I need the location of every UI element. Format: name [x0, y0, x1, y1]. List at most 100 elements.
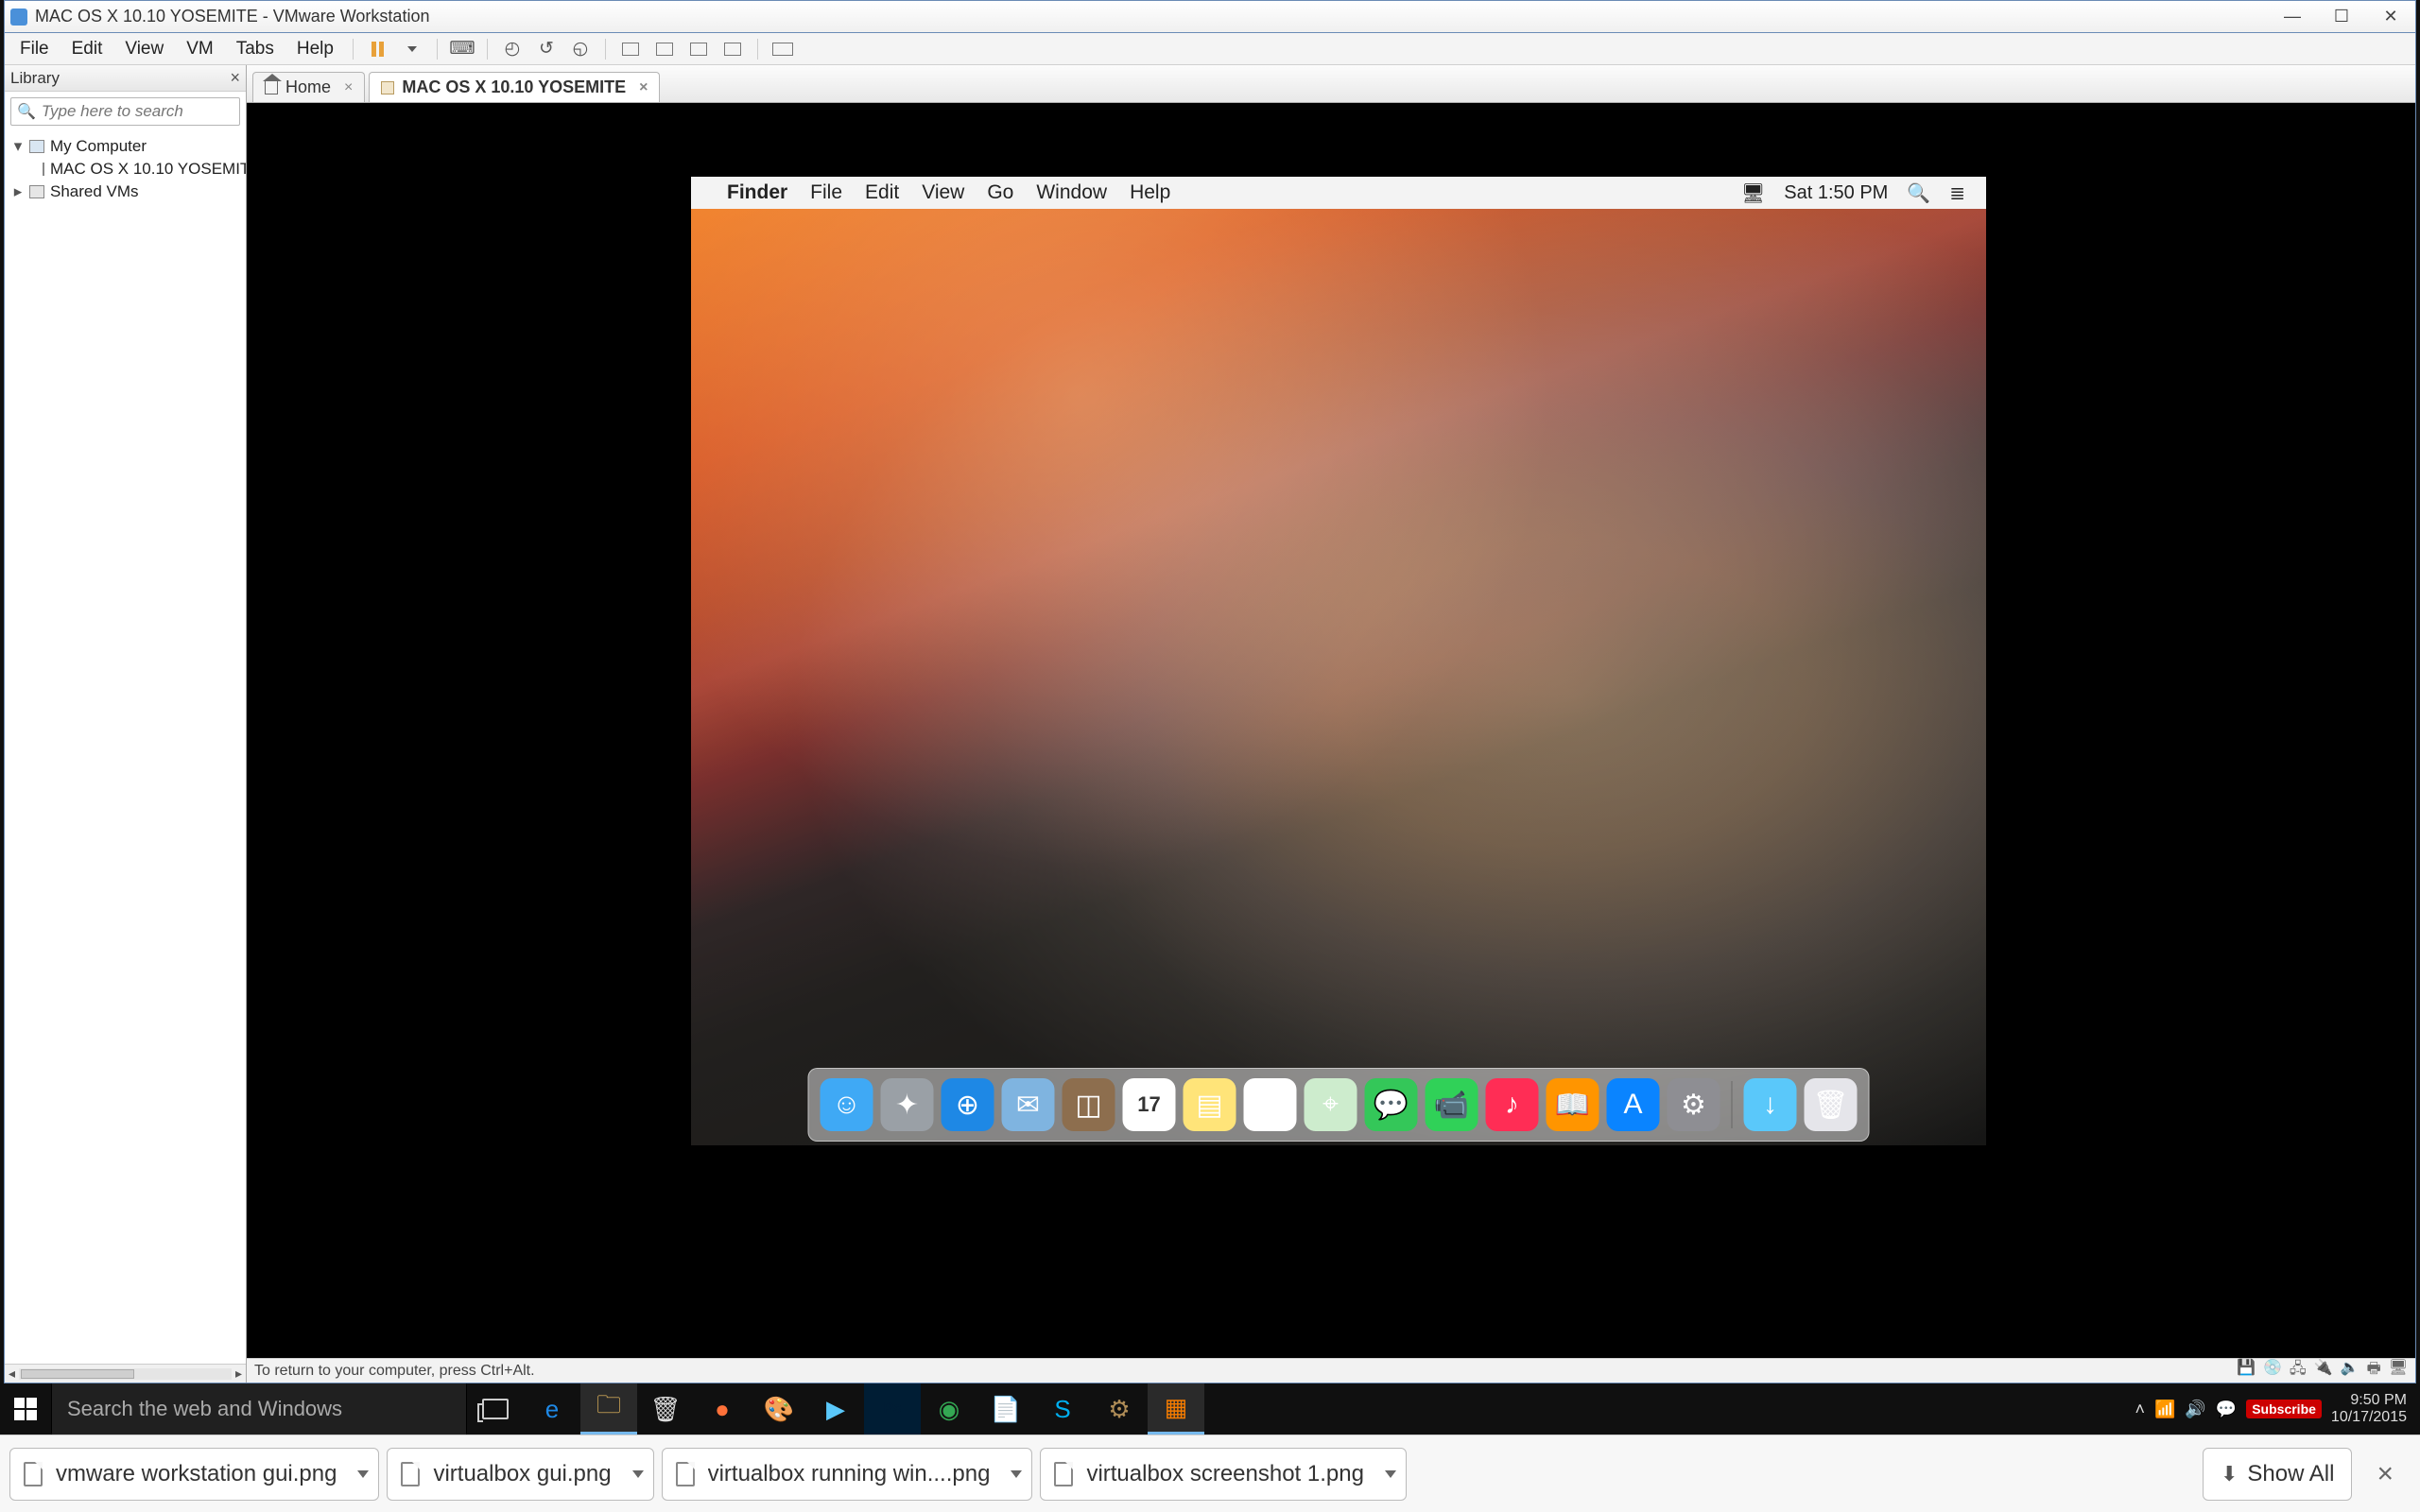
downloads-show-all-button[interactable]: ⬇ Show All — [2203, 1448, 2353, 1501]
library-hscrollbar[interactable]: ◂ ▸ — [5, 1364, 246, 1383]
mac-display-icon[interactable]: 🖥 — [1732, 181, 1774, 205]
library-tree[interactable]: ▾ My Computer MAC OS X 10.10 YOSEMITE ▸ … — [5, 131, 246, 1364]
tray-action-center-icon[interactable]: 💬 — [2216, 1400, 2237, 1419]
scroll-left-icon[interactable]: ◂ — [9, 1366, 15, 1382]
mac-menu-go[interactable]: Go — [976, 181, 1025, 204]
mac-app-name[interactable]: Finder — [716, 181, 799, 204]
dock-calendar-icon[interactable]: 17 — [1123, 1078, 1176, 1131]
dock-itunes-icon[interactable]: ♪ — [1486, 1078, 1539, 1131]
dock-preferences-icon[interactable]: ⚙ — [1668, 1078, 1720, 1131]
vm-library-toggle-button[interactable] — [768, 36, 798, 62]
vmware-titlebar[interactable]: MAC OS X 10.10 YOSEMITE - VMware Worksta… — [4, 0, 2416, 32]
tray-volume-icon[interactable]: 🔊 — [2185, 1400, 2205, 1419]
dock-facetime-icon[interactable]: 📹 — [1426, 1078, 1478, 1131]
vm-send-cad-button[interactable]: ⌨ — [447, 36, 477, 62]
dock-messages-icon[interactable]: 💬 — [1365, 1078, 1418, 1131]
download-item[interactable]: virtualbox screenshot 1.png — [1040, 1448, 1407, 1501]
download-menu-chevron-icon[interactable] — [1011, 1470, 1022, 1478]
dock-appstore-icon[interactable]: A — [1607, 1078, 1660, 1131]
download-shelf-close-button[interactable]: × — [2360, 1458, 2411, 1490]
youtube-subscribe-badge[interactable]: Subscribe — [2246, 1400, 2322, 1418]
tree-vm-yosemite[interactable]: MAC OS X 10.10 YOSEMITE — [5, 158, 246, 180]
dock-maps-icon[interactable]: ⌖ — [1305, 1078, 1357, 1131]
dock-downloads-icon[interactable]: ↓ — [1744, 1078, 1797, 1131]
taskbar-app-file-explorer[interactable]: 🗀 — [580, 1383, 637, 1435]
vm-device-cd-icon[interactable]: 💿 — [2263, 1358, 2282, 1383]
scrollbar-thumb[interactable] — [21, 1369, 134, 1379]
vmware-menu-help[interactable]: Help — [287, 35, 343, 63]
mac-guest-screen[interactable]: Finder File Edit View Go Window Help 🖥 S… — [691, 177, 1986, 1145]
twisty-icon[interactable]: ▾ — [12, 137, 24, 156]
mac-menu-help[interactable]: Help — [1118, 181, 1182, 204]
taskbar-app-paint[interactable]: 🎨 — [751, 1383, 807, 1435]
dock-ibooks-icon[interactable]: 📖 — [1547, 1078, 1599, 1131]
window-maximize-button[interactable]: ☐ — [2317, 1, 2366, 33]
vm-view-fullscreen-button[interactable] — [615, 36, 646, 62]
taskbar-app-skype[interactable]: S — [1034, 1383, 1091, 1435]
window-minimize-button[interactable]: — — [2268, 1, 2317, 33]
library-close-button[interactable]: × — [230, 68, 240, 88]
vm-device-printer-icon[interactable]: 🖶 — [2367, 1358, 2381, 1383]
download-menu-chevron-icon[interactable] — [1385, 1470, 1396, 1478]
download-item[interactable]: vmware workstation gui.png — [9, 1448, 379, 1501]
scroll-right-icon[interactable]: ▸ — [235, 1366, 242, 1382]
taskbar-app-photoshop[interactable]: Ps — [864, 1383, 921, 1435]
library-search-input[interactable] — [42, 102, 253, 121]
mac-spotlight-icon[interactable]: 🔍 — [1897, 181, 1940, 205]
taskbar-app-firefox[interactable]: ● — [694, 1383, 751, 1435]
tray-wifi-icon[interactable]: 📶 — [2154, 1400, 2175, 1419]
vm-device-usb-icon[interactable]: 🔌 — [2314, 1358, 2333, 1383]
tree-shared-vms[interactable]: ▸ Shared VMs — [5, 180, 246, 203]
dock-safari-icon[interactable]: ⊕ — [942, 1078, 994, 1131]
twisty-icon[interactable]: ▸ — [12, 182, 24, 201]
tray-chevron-icon[interactable]: ˄ — [2135, 1400, 2145, 1419]
vmware-menu-file[interactable]: File — [10, 35, 59, 63]
mac-menu-file[interactable]: File — [799, 181, 854, 204]
dock-finder-icon[interactable]: ☺ — [821, 1078, 873, 1131]
taskbar-app-device-manager[interactable]: ⚙ — [1091, 1383, 1148, 1435]
taskbar-app-chrome[interactable]: ◉ — [921, 1383, 977, 1435]
download-item[interactable]: virtualbox gui.png — [387, 1448, 653, 1501]
library-search[interactable]: 🔍 ▾ — [10, 97, 240, 126]
vm-snapshot-button[interactable]: ◴ — [497, 36, 527, 62]
vm-device-hdd-icon[interactable]: 💾 — [2237, 1358, 2256, 1383]
tab-close-icon[interactable]: × — [639, 79, 648, 96]
taskbar-app-media-player[interactable]: ▶ — [807, 1383, 864, 1435]
download-menu-chevron-icon[interactable] — [357, 1470, 369, 1478]
dock-trash-icon[interactable]: 🗑 — [1805, 1078, 1858, 1131]
vm-device-net-icon[interactable]: 🖧 — [2290, 1358, 2307, 1383]
dock-launchpad-icon[interactable]: ✦ — [881, 1078, 934, 1131]
taskbar-search[interactable]: Search the web and Windows — [51, 1383, 467, 1435]
vm-power-dropdown[interactable] — [397, 36, 427, 62]
task-view-button[interactable] — [467, 1383, 524, 1435]
vmware-menu-view[interactable]: View — [115, 35, 173, 63]
vm-device-sound-icon[interactable]: 🔈 — [2341, 1358, 2360, 1383]
dock-mail-icon[interactable]: ✉ — [1002, 1078, 1055, 1131]
vm-view-stretch-button[interactable] — [717, 36, 748, 62]
taskbar-app-edge[interactable]: e — [524, 1383, 580, 1435]
vm-revert-button[interactable]: ↺ — [531, 36, 562, 62]
vm-view-console-button[interactable] — [683, 36, 714, 62]
vm-manage-snapshots-button[interactable]: ◵ — [565, 36, 596, 62]
tree-my-computer[interactable]: ▾ My Computer — [5, 135, 246, 158]
download-menu-chevron-icon[interactable] — [632, 1470, 644, 1478]
vm-device-display-icon[interactable]: 🖥 — [2389, 1358, 2408, 1383]
vmware-menu-tabs[interactable]: Tabs — [227, 35, 284, 63]
tab-close-icon[interactable]: × — [344, 79, 353, 96]
vmware-menu-vm[interactable]: VM — [177, 35, 223, 63]
vmware-menu-edit[interactable]: Edit — [62, 35, 112, 63]
download-item[interactable]: virtualbox running win....png — [662, 1448, 1033, 1501]
start-button[interactable] — [0, 1383, 51, 1435]
dock-notes-icon[interactable]: ▤ — [1184, 1078, 1236, 1131]
vm-pause-button[interactable] — [363, 36, 393, 62]
taskbar-app-notepad[interactable]: 📄 — [977, 1383, 1034, 1435]
mac-menu-view[interactable]: View — [910, 181, 976, 204]
window-close-button[interactable]: ✕ — [2366, 1, 2415, 33]
mac-menu-window[interactable]: Window — [1025, 181, 1118, 204]
tab-yosemite[interactable]: MAC OS X 10.10 YOSEMITE × — [369, 72, 660, 102]
taskbar-app-wise-uninstaller[interactable]: 🗑 — [637, 1383, 694, 1435]
taskbar-clock[interactable]: 9:50 PM 10/17/2015 — [2331, 1392, 2407, 1425]
mac-clock[interactable]: Sat 1:50 PM — [1774, 182, 1897, 204]
vm-view-unity-button[interactable] — [649, 36, 680, 62]
mac-menu-edit[interactable]: Edit — [854, 181, 910, 204]
